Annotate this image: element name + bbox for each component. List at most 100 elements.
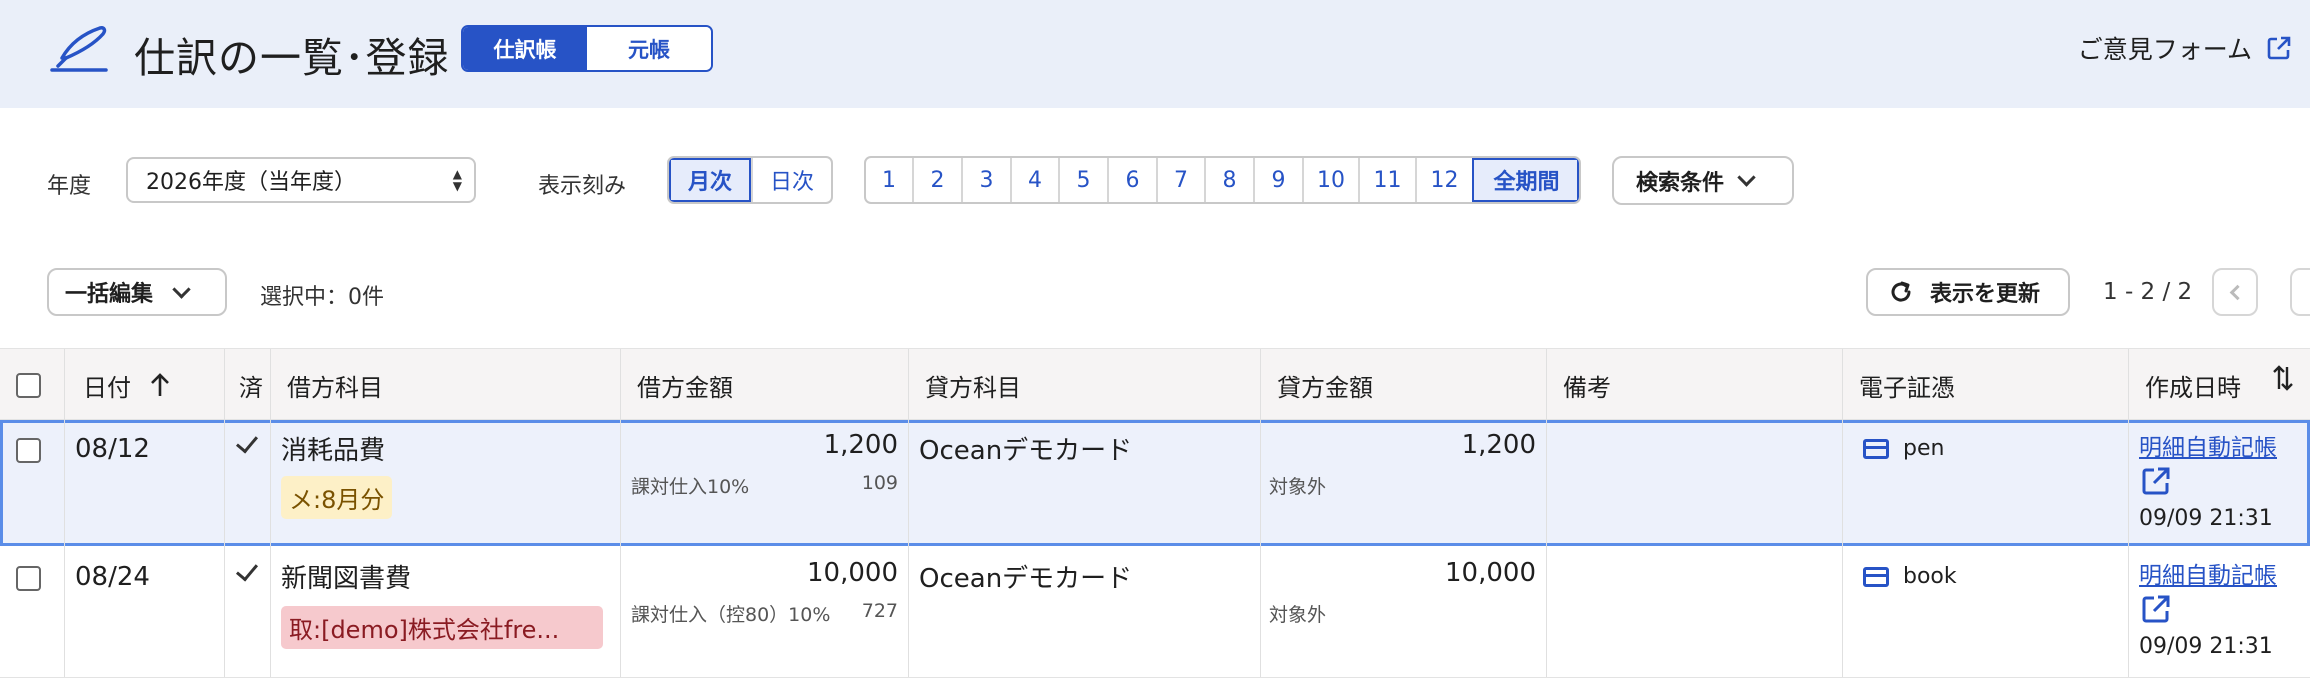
updown-icon: ▲ ▼ — [452, 167, 462, 193]
bulk-edit-label: 一括編集 — [65, 282, 154, 307]
chevron-left-icon — [2229, 284, 2246, 300]
done-cell — [224, 546, 270, 677]
select-all-cell — [0, 349, 64, 421]
table-row[interactable]: 08/12 消耗品費 メ:8月分 1,200 課対仕入10% 109 Ocean… — [0, 420, 2310, 546]
auto-entry-link[interactable]: 明細自動記帳 — [2139, 428, 2277, 462]
month-10[interactable]: 10 — [1302, 158, 1358, 202]
select-all-checkbox[interactable] — [16, 372, 41, 398]
receipt-name: pen — [1903, 436, 1945, 461]
tab-journal[interactable]: 仕訳帳 — [463, 27, 587, 70]
col-debit-account: 借方科目 — [270, 349, 620, 421]
debit-amount: 10,000 — [807, 558, 898, 588]
interval-label: 表示刻み — [538, 174, 627, 199]
interval-daily[interactable]: 日次 — [750, 158, 831, 202]
col-created-at[interactable]: 作成日時 — [2128, 349, 2310, 421]
check-icon — [235, 558, 259, 582]
row-date: 08/12 — [75, 434, 150, 464]
tab-ledger[interactable]: 元帳 — [587, 27, 711, 70]
created-cell: 明細自動記帳 09/09 21:31 — [2128, 546, 2310, 677]
month-1[interactable]: 1 — [866, 158, 912, 202]
row-checkbox[interactable] — [16, 566, 41, 591]
created-at: 09/09 21:31 — [2139, 506, 2273, 531]
month-12[interactable]: 12 — [1415, 158, 1472, 202]
year-select[interactable]: 2026年度（当年度） ▲ ▼ — [126, 157, 476, 203]
quill-pen-icon — [50, 26, 108, 72]
refresh-icon — [1891, 281, 1911, 302]
debit-account-cell: 消耗品費 メ:8月分 — [270, 420, 620, 546]
sort-icon — [2273, 365, 2293, 391]
col-date[interactable]: 日付 — [64, 349, 224, 421]
credit-amount: 10,000 — [1445, 558, 1536, 588]
month-4[interactable]: 4 — [1010, 158, 1058, 202]
month-6[interactable]: 6 — [1107, 158, 1156, 202]
refresh-button[interactable]: 表示を更新 — [1866, 268, 2070, 316]
search-conditions-label: 検索条件 — [1636, 170, 1725, 196]
debit-account-cell: 新聞図書費 取:[demo]株式会社fre... — [270, 546, 620, 677]
month-9[interactable]: 9 — [1253, 158, 1302, 202]
debit-amount-cell: 1,200 課対仕入10% 109 — [620, 420, 908, 546]
bulk-edit-button[interactable]: 一括編集 — [47, 268, 227, 316]
all-period-button[interactable]: 全期間 — [1472, 158, 1579, 202]
credit-tax-category: 対象外 — [1269, 604, 1327, 626]
interval-toggle: 月次 日次 — [667, 156, 833, 204]
receipt-link[interactable]: pen — [1863, 436, 1944, 461]
month-2[interactable]: 2 — [912, 158, 961, 202]
feedback-label: ご意見フォーム — [2077, 35, 2252, 64]
credit-account: Oceanデモカード — [919, 436, 1133, 466]
search-conditions-button[interactable]: 検索条件 — [1612, 156, 1794, 205]
credit-amount-cell: 10,000 対象外 — [1260, 546, 1546, 677]
year-value: 2026年度（当年度） — [146, 170, 356, 195]
credit-account-cell: Oceanデモカード — [908, 546, 1260, 677]
debit-tax-amount: 727 — [861, 600, 898, 622]
col-receipt: 電子証憑 — [1842, 349, 2128, 421]
debit-account: 消耗品費 — [281, 436, 386, 466]
debit-amount: 1,200 — [823, 430, 898, 460]
month-7[interactable]: 7 — [1156, 158, 1204, 202]
row-select-cell — [0, 420, 64, 546]
feedback-link[interactable]: ご意見フォーム — [2078, 30, 2292, 66]
sort-asc-icon — [151, 373, 169, 396]
debit-amount-cell: 10,000 課対仕入（控80）10% 727 — [620, 546, 908, 677]
table-row[interactable]: 08/24 新聞図書費 取:[demo]株式会社fre... 10,000 課対… — [0, 546, 2310, 678]
card-icon — [1863, 438, 1889, 459]
col-debit-amount: 借方金額 — [620, 349, 908, 421]
memo-tag[interactable]: メ:8月分 — [281, 476, 393, 519]
next-page-button[interactable] — [2290, 268, 2310, 316]
prev-page-button[interactable] — [2212, 268, 2258, 316]
credit-amount: 1,200 — [1461, 430, 1536, 460]
external-link-icon — [2267, 36, 2291, 60]
table-header: 日付 済 借方科目 借方金額 貸方科目 貸方金額 備考 電子証憑 作成日時 — [0, 348, 2310, 421]
note-cell — [1546, 420, 1842, 546]
receipt-link[interactable]: book — [1863, 564, 1957, 589]
receipt-cell: book — [1842, 546, 2128, 677]
col-credit-amount: 貸方金額 — [1260, 349, 1546, 421]
month-3[interactable]: 3 — [961, 158, 1010, 202]
row-checkbox[interactable] — [16, 438, 41, 463]
partner-tag[interactable]: 取:[demo]株式会社fre... — [281, 606, 603, 649]
interval-monthly[interactable]: 月次 — [669, 158, 751, 202]
row-select-cell — [0, 546, 64, 677]
page-title: 仕訳の一覧･登録 — [134, 34, 450, 82]
pagination-info: 1 - 2 / 2 — [2103, 279, 2193, 305]
done-cell — [224, 420, 270, 546]
col-created-at-label: 作成日時 — [2145, 373, 2241, 402]
app-header: 仕訳の一覧･登録 仕訳帳 元帳 ご意見フォーム — [0, 0, 2310, 108]
check-icon — [235, 430, 259, 454]
month-11[interactable]: 11 — [1358, 158, 1415, 202]
year-label: 年度 — [47, 174, 92, 199]
month-5[interactable]: 5 — [1058, 158, 1107, 202]
col-done: 済 — [224, 349, 270, 421]
card-icon — [1863, 566, 1889, 587]
col-date-label: 日付 — [83, 373, 131, 402]
open-in-new-icon[interactable] — [2141, 594, 2171, 624]
debit-tax-category: 課対仕入10% — [631, 476, 750, 498]
note-cell — [1546, 546, 1842, 677]
col-note: 備考 — [1546, 349, 1842, 421]
date-cell: 08/24 — [64, 546, 224, 677]
created-cell: 明細自動記帳 09/09 21:31 — [2128, 420, 2310, 546]
month-8[interactable]: 8 — [1204, 158, 1253, 202]
open-in-new-icon[interactable] — [2141, 466, 2171, 496]
auto-entry-link[interactable]: 明細自動記帳 — [2139, 556, 2277, 590]
chevron-down-icon — [172, 279, 191, 299]
credit-amount-cell: 1,200 対象外 — [1260, 420, 1546, 546]
